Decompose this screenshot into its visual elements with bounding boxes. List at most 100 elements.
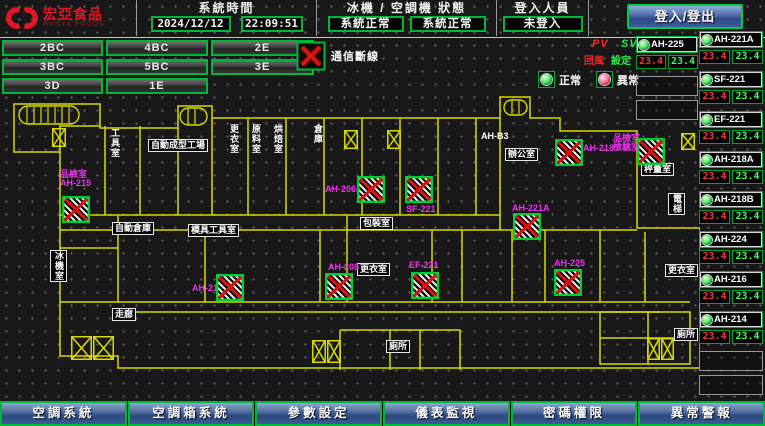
login-logout-button[interactable]: 登入/登出	[627, 4, 743, 29]
unit-values: 23.423.4	[699, 290, 763, 304]
unit-button-EF-221[interactable]: EF-221	[699, 111, 763, 128]
footer-button-參數設定[interactable]: 參數設定	[255, 401, 382, 426]
normal-led-icon	[538, 71, 555, 88]
unit-label: AH-218A	[714, 154, 754, 165]
unit-button-SF-221[interactable]: SF-221	[699, 71, 763, 88]
unit-label: AH-216	[714, 274, 747, 285]
status-led-icon	[702, 275, 712, 285]
unit-label: AH-224	[714, 234, 747, 245]
pv-value: 23.4	[699, 290, 730, 304]
footer-button-儀表監視[interactable]: 儀表監視	[383, 401, 510, 426]
sv-value: 23.4	[732, 210, 763, 224]
unit-button-AH-214[interactable]: AH-214	[699, 311, 763, 328]
footer-button-異常警報[interactable]: 異常警報	[638, 401, 765, 426]
hmi-screen: 宏亞食品 HUNYA FOODS 系統時間 2024/12/12 22:09:5…	[0, 0, 765, 426]
empty-unit-slot	[699, 375, 763, 395]
status-led-icon	[702, 235, 712, 245]
unit-EF-221: EF-221 23.423.4	[699, 111, 763, 144]
floor-button-4BC[interactable]: 4BC	[106, 40, 208, 56]
floor-button-2BC[interactable]: 2BC	[2, 40, 103, 56]
unit-values: 23.423.4	[699, 50, 763, 64]
unit-values: 23.423.4	[636, 55, 698, 69]
brand-logo-icon	[5, 5, 39, 31]
ahu-offline-icon-AH-221A[interactable]	[513, 213, 541, 240]
ahu-offline-icon-檢驗室[interactable]	[637, 138, 665, 165]
empty-unit-slot	[636, 100, 698, 120]
unit-label: AH-221A	[714, 34, 754, 45]
shaft-xbox-icon	[327, 340, 341, 363]
hvac-status-value: 系統正常	[410, 16, 486, 32]
normal-legend: 正常	[538, 71, 581, 88]
unit-AH-216: AH-216 23.423.4	[699, 271, 763, 304]
system-time-value: 22:09:51	[241, 16, 303, 32]
machine-status-section: 冰機 / 空調機 狀態 系統正常 系統正常	[317, 0, 497, 36]
stairs-icon	[18, 105, 80, 125]
unit-values: 23.423.4	[699, 130, 763, 144]
footer-button-密碼權限[interactable]: 密碼權限	[511, 401, 638, 426]
abnormal-legend: 異常	[596, 71, 639, 88]
room-label: 烘焙室	[273, 124, 283, 154]
ahu-offline-icon-AH-225[interactable]	[554, 269, 582, 296]
room-label: 倉庫	[313, 124, 323, 144]
room-label: 自動成型工場	[148, 139, 208, 152]
floorplan: 工具室自動成型工場更衣室原料室烘焙室倉庫AH-B3辦公室秤量室電梯自動倉庫模具工…	[0, 92, 700, 404]
sv-cn-header: 設定	[611, 52, 631, 67]
login-label: 登入人員	[497, 0, 588, 16]
brand-logo: 宏亞食品 HUNYA FOODS	[0, 0, 137, 36]
ahu-offline-icon-EF-221[interactable]	[411, 272, 439, 299]
status-led-icon	[702, 35, 712, 45]
normal-label: 正常	[559, 72, 581, 88]
unit-button-AH-216[interactable]: AH-216	[699, 271, 763, 288]
unit-button-AH-218B[interactable]: AH-218B	[699, 191, 763, 208]
comm-offline-label: 通信斷線	[331, 48, 379, 64]
floor-button-5BC[interactable]: 5BC	[106, 59, 208, 75]
room-label: 電梯	[668, 193, 685, 215]
unit-button-AH-221A[interactable]: AH-221A	[699, 31, 763, 48]
room-label: 廁所	[386, 340, 410, 353]
unit-values: 23.423.4	[699, 250, 763, 264]
pv-header: PV	[592, 38, 609, 50]
ahu-offline-icon-SF-221[interactable]	[405, 176, 433, 203]
unit-column-1: AH-225 23.423.4	[636, 36, 698, 124]
unit-AH-225: AH-225 23.423.4	[636, 36, 698, 69]
unit-label: AH-214	[714, 314, 747, 325]
sv-value: 23.4	[668, 55, 698, 69]
sv-value: 23.4	[732, 130, 763, 144]
equipment-label-EF-221: EF-221	[409, 261, 439, 270]
login-section: 登入人員 未登入	[497, 0, 589, 36]
equipment-label-檢驗室: 品檢室 檢驗室	[613, 134, 640, 152]
room-label: 工具室	[110, 128, 120, 158]
ahu-offline-icon-AH-218[interactable]	[555, 139, 583, 166]
ahu-offline-icon-AH-208[interactable]	[325, 273, 353, 300]
room-label: 廁所	[674, 328, 698, 341]
stairs-icon	[503, 99, 528, 116]
unit-button-AH-218A[interactable]: AH-218A	[699, 151, 763, 168]
header-bar: 宏亞食品 HUNYA FOODS 系統時間 2024/12/12 22:09:5…	[0, 0, 765, 38]
ahu-offline-icon-AH-215[interactable]	[62, 196, 90, 223]
ahu-offline-icon-AH-214[interactable]	[216, 274, 244, 301]
footer-button-空調箱系統[interactable]: 空調箱系統	[128, 401, 255, 426]
unit-label: AH-218B	[714, 194, 754, 205]
room-label: 更衣室	[229, 124, 239, 154]
equipment-label-AH-225: AH-225	[554, 259, 585, 268]
pv-value: 23.4	[636, 55, 666, 69]
room-label: AH-B3	[481, 131, 509, 141]
system-time-label: 系統時間	[137, 0, 316, 16]
equipment-label-AH-218: AH-218	[583, 144, 614, 153]
unit-values: 23.423.4	[699, 170, 763, 184]
unit-values: 23.423.4	[699, 330, 763, 344]
floor-button-row: 2BC4BC2E	[2, 40, 314, 56]
ahu-offline-icon-AH-206A[interactable]	[357, 176, 385, 203]
room-label: 冰機室	[50, 250, 67, 282]
unit-label: SF-221	[714, 74, 745, 85]
footer-button-空調系統[interactable]: 空調系統	[0, 401, 127, 426]
room-label: 走廊	[112, 308, 136, 321]
room-label: 模具工具室	[188, 224, 239, 237]
floor-button-3BC[interactable]: 3BC	[2, 59, 103, 75]
room-label: 包裝室	[360, 217, 393, 230]
unit-button-AH-225[interactable]: AH-225	[636, 36, 698, 53]
status-led-icon	[702, 75, 712, 85]
room-label: 原料室	[251, 124, 261, 154]
unit-button-AH-224[interactable]: AH-224	[699, 231, 763, 248]
equipment-label-AH-221A: AH-221A	[512, 204, 550, 213]
